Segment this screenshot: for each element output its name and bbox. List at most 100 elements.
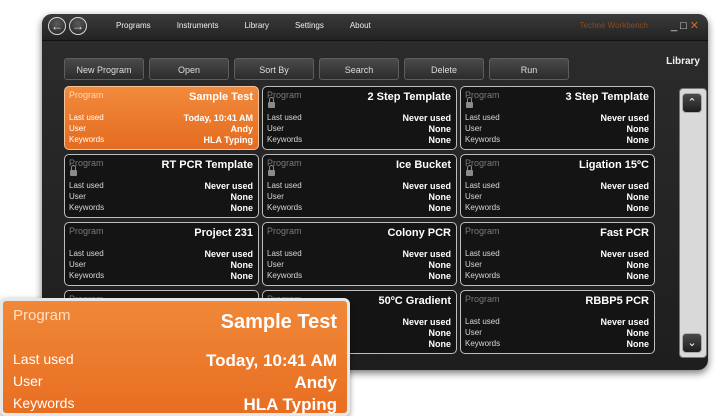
value-last-used: Never used (402, 113, 451, 123)
program-name: 2 Step Template (367, 91, 451, 103)
lock-icon (466, 97, 473, 108)
program-name: Ice Bucket (395, 159, 451, 171)
label-user: User (465, 260, 482, 269)
label-keywords: Keywords (465, 203, 501, 212)
delete-button[interactable]: Delete (404, 58, 484, 80)
program-card[interactable]: Program 3 Step Template Last used Never use… (460, 86, 655, 150)
label-last-used: Last used (465, 317, 500, 326)
value-user: None (626, 124, 650, 134)
label-user: User (267, 124, 284, 133)
program-name: Project 231 (194, 227, 253, 239)
lock-icon (268, 97, 275, 108)
label-last-used: Last used (465, 249, 500, 258)
label-keywords: Keywords (69, 135, 105, 144)
label-keywords: Keywords (69, 203, 105, 212)
program-name: Fast PCR (600, 227, 649, 239)
program-card[interactable]: Program Project 231 Last used Never used Use… (64, 222, 259, 286)
program-name: RT PCR Template (161, 159, 253, 171)
value-keywords: None (428, 203, 452, 213)
label-last-used: Last used (69, 113, 104, 122)
value-user: None (626, 260, 650, 270)
value-last-used: Never used (600, 249, 649, 259)
program-card[interactable]: Program Ligation 15ºC Last used Never used U… (460, 154, 655, 218)
value-last-used: Never used (600, 113, 649, 123)
label-last-used: Last used (267, 181, 302, 190)
value-keywords: None (626, 271, 650, 281)
forward-icon[interactable]: → (69, 17, 87, 35)
card-header: Program (69, 226, 104, 236)
toolbar: New Program Open Sort By Search Delete R… (64, 58, 574, 80)
program-name: 50ºC Gradient (378, 295, 451, 307)
sort-by-button[interactable]: Sort By (234, 58, 314, 80)
program-name: RBBP5 PCR (585, 295, 649, 307)
menu-library[interactable]: Library (244, 21, 268, 30)
menu-settings[interactable]: Settings (295, 21, 324, 30)
lock-icon (466, 165, 473, 176)
label-last-used: Last used (465, 181, 500, 190)
value-keywords: HLA Typing (203, 135, 254, 145)
program-card[interactable]: Program Fast PCR Last used Never used User No… (460, 222, 655, 286)
value-last-used: Never used (402, 181, 451, 191)
label-keywords: Keywords (267, 203, 303, 212)
program-card[interactable]: Program Sample Test Last used Today, 10:41 … (64, 86, 259, 150)
label-user: User (267, 192, 284, 201)
label-last-used: Last used (267, 113, 302, 122)
value-last-used: Never used (204, 249, 253, 259)
maximize-icon[interactable]: □ (680, 20, 690, 32)
minimize-icon[interactable]: _ (671, 20, 680, 32)
value-last-used: Never used (600, 181, 649, 191)
scroll-down-icon[interactable]: ⌄ (682, 333, 702, 353)
label-last-used: Last used (69, 181, 104, 190)
value-user: None (428, 192, 452, 202)
value-last-used: Never used (402, 249, 451, 259)
label-user: User (69, 260, 86, 269)
app-brand: Techne Workbench (579, 21, 648, 30)
card-header: Program (465, 226, 500, 236)
label-keywords: Keywords (69, 271, 105, 280)
new-program-button[interactable]: New Program (64, 58, 144, 80)
label-keywords: Keywords (465, 135, 501, 144)
zoom-program-name: Sample Test (220, 311, 337, 333)
scroll-up-icon[interactable]: ⌃ (682, 93, 702, 113)
back-icon[interactable]: ← (48, 17, 66, 35)
label-keywords: Keywords (267, 135, 303, 144)
label-keywords: Keywords (267, 271, 303, 280)
search-button[interactable]: Search (319, 58, 399, 80)
value-user: None (428, 124, 452, 134)
label-last-used: Last used (465, 113, 500, 122)
value-keywords: None (230, 271, 254, 281)
label-user: User (465, 328, 482, 337)
value-user: None (428, 328, 452, 338)
value-keywords: None (626, 135, 650, 145)
menu-instruments[interactable]: Instruments (177, 21, 219, 30)
label-user: User (465, 192, 482, 201)
value-user: None (428, 260, 452, 270)
value-user: None (626, 192, 650, 202)
program-name: Sample Test (189, 91, 253, 103)
value-user: None (230, 260, 254, 270)
program-card[interactable]: Program RT PCR Template Last used Never use… (64, 154, 259, 218)
title-bar: ← → Programs Instruments Library Setting… (42, 14, 708, 41)
lock-icon (268, 165, 275, 176)
menu-about[interactable]: About (350, 21, 371, 30)
close-icon[interactable]: ✕ (690, 20, 702, 32)
card-header: Program (465, 294, 500, 304)
menu-programs[interactable]: Programs (116, 21, 151, 30)
zoom-last-used: Today, 10:41 AM (206, 351, 337, 370)
value-user: Andy (230, 124, 254, 134)
main-menu: Programs Instruments Library Settings Ab… (116, 21, 397, 30)
program-name: Ligation 15ºC (578, 159, 649, 171)
program-name: Colony PCR (387, 227, 451, 239)
open-button[interactable]: Open (149, 58, 229, 80)
value-user: None (626, 328, 650, 338)
zoom-label-keywords: Keywords (13, 395, 75, 411)
zoom-header: Program (13, 307, 71, 324)
run-button[interactable]: Run (489, 58, 569, 80)
program-card[interactable]: Program Ice Bucket Last used Never used User… (262, 154, 457, 218)
value-keywords: None (230, 203, 254, 213)
program-card[interactable]: Program RBBP5 PCR Last used Never used User N… (460, 290, 655, 354)
program-card[interactable]: Program 2 Step Template Last used Never use… (262, 86, 457, 150)
scrollbar[interactable]: ⌃ ⌄ (679, 88, 707, 358)
value-last-used: Never used (204, 181, 253, 191)
program-card[interactable]: Program Colony PCR Last used Never used User… (262, 222, 457, 286)
